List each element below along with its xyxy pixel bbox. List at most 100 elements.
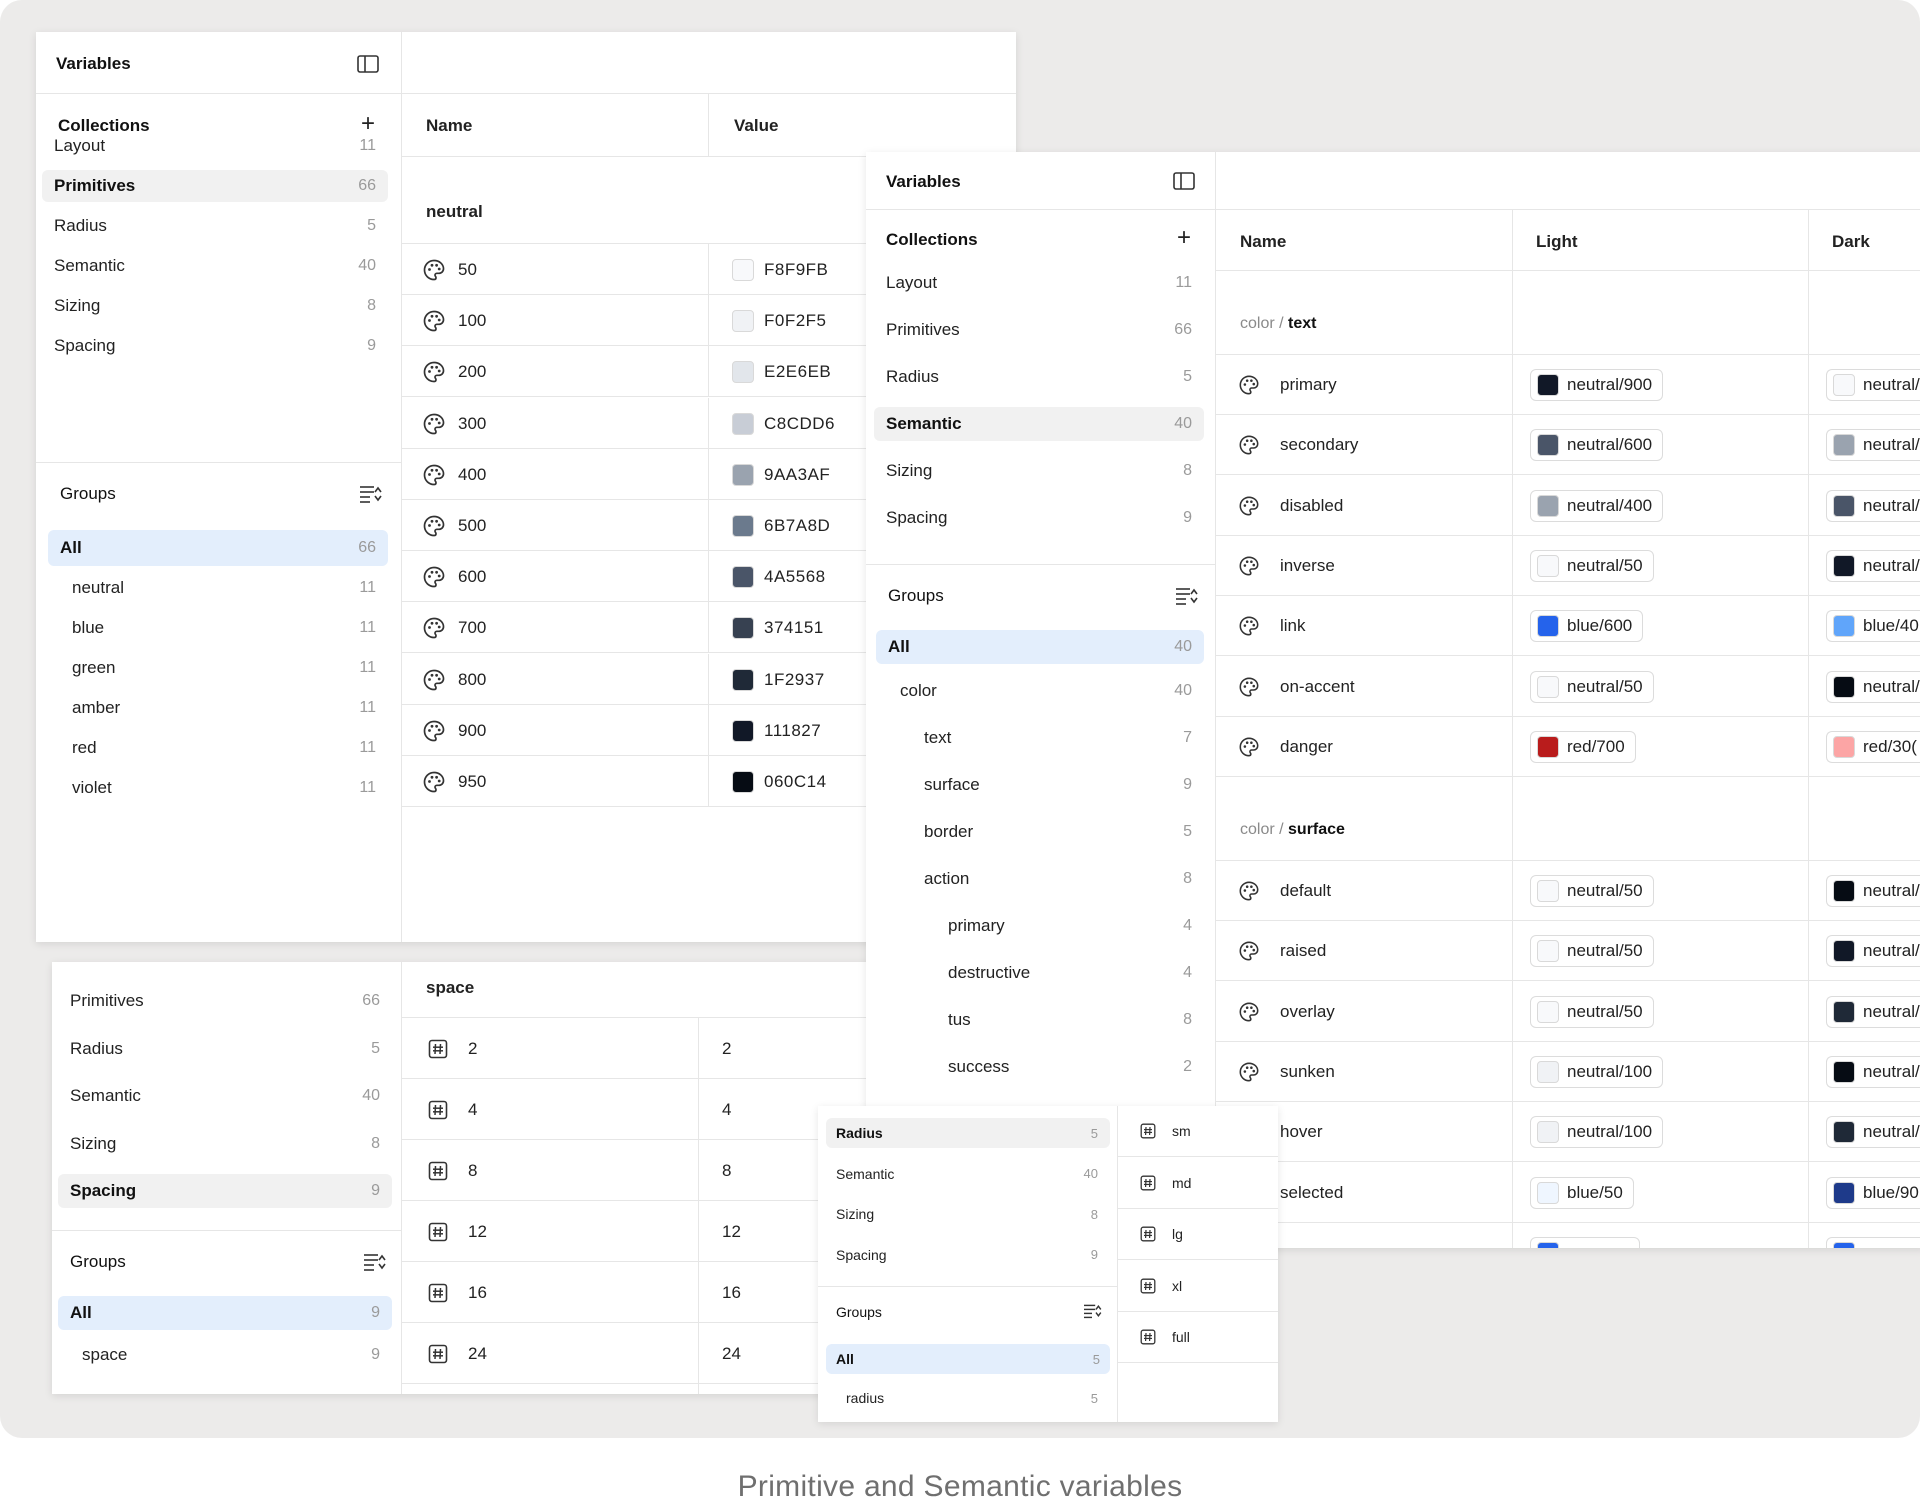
table-row[interactable]: xl (1118, 1261, 1278, 1312)
group-red[interactable]: red 11 (48, 732, 388, 764)
dark-value-chip[interactable]: neutral/ (1826, 995, 1920, 1028)
group-neutral[interactable]: neutral 11 (48, 572, 388, 604)
table-row[interactable]: danger red/700 red/30( (1216, 717, 1920, 777)
light-value-chip[interactable]: neutral/50 (1530, 935, 1654, 968)
dark-value-chip[interactable]: neutral/ (1826, 670, 1920, 703)
table-row[interactable]: md (1118, 1158, 1278, 1209)
table-row[interactable]: hover neutral/100 neutral/ (1216, 1102, 1920, 1163)
group-action[interactable]: action 8 (876, 863, 1204, 895)
light-value-chip[interactable]: neutral/100 (1530, 1055, 1664, 1088)
table-row[interactable]: selected blue/50 blue/90 (1216, 1163, 1920, 1223)
collection-semantic[interactable]: Semantic 40 (874, 407, 1204, 441)
collection-spacing[interactable]: Spacing 9 (58, 1174, 392, 1208)
dark-value-chip[interactable]: neutral/ (1826, 489, 1920, 522)
dark-value-chip[interactable]: neutral/ (1826, 549, 1920, 582)
collection-primitives[interactable]: Primitives 66 (42, 170, 388, 202)
group-space[interactable]: space 9 (58, 1339, 392, 1371)
collection-primitives[interactable]: Primitives 66 (874, 313, 1204, 347)
light-value-chip[interactable]: neutral/50 (1530, 995, 1654, 1028)
collection-spacing[interactable]: Spacing 9 (826, 1240, 1110, 1270)
light-value-chip[interactable]: blue/600 (1530, 610, 1644, 643)
light-value-chip[interactable]: blue/50 (1530, 1176, 1634, 1209)
group-all[interactable]: All 66 (48, 530, 388, 566)
collection-sizing[interactable]: Sizing 8 (58, 1127, 392, 1161)
variable-name: hover (1280, 1122, 1323, 1142)
collection-sizing[interactable]: Sizing 8 (826, 1199, 1110, 1229)
group-all[interactable]: All 5 (826, 1344, 1110, 1374)
color-variable-icon (1238, 555, 1260, 577)
collection-spacing[interactable]: Spacing 9 (874, 501, 1204, 535)
collection-spacing[interactable]: Spacing 9 (42, 330, 388, 362)
light-value-chip[interactable]: neutral/50 (1530, 670, 1654, 703)
table-row[interactable]: on-accent neutral/50 neutral/ (1216, 657, 1920, 717)
collection-radius[interactable]: Radius 5 (874, 360, 1204, 394)
group-success[interactable]: success 2 (876, 1051, 1204, 1083)
group-blue[interactable]: blue 11 (48, 612, 388, 644)
collection-semantic[interactable]: Semantic 40 (42, 250, 388, 282)
item-count: 11 (359, 659, 376, 676)
group-color[interactable]: color 40 (876, 675, 1204, 707)
light-value-chip[interactable] (1530, 1237, 1640, 1248)
table-row[interactable]: raised neutral/50 neutral/ (1216, 921, 1920, 982)
group-all[interactable]: All 9 (58, 1296, 392, 1330)
table-row[interactable]: lg (1118, 1209, 1278, 1260)
group-green[interactable]: green 11 (48, 652, 388, 684)
table-row[interactable]: full (1118, 1312, 1278, 1363)
collection-sizing[interactable]: Sizing 8 (874, 454, 1204, 488)
table-row[interactable]: sm (1118, 1106, 1278, 1157)
sidebar-toggle-icon[interactable] (1172, 169, 1196, 193)
groups-options-icon[interactable] (1174, 584, 1198, 608)
light-value-chip[interactable]: neutral/50 (1530, 875, 1654, 907)
group-all[interactable]: All 40 (876, 630, 1204, 664)
light-value-chip[interactable]: neutral/900 (1530, 369, 1664, 401)
group-amber[interactable]: amber 11 (48, 692, 388, 724)
add-collection-icon[interactable]: + (1172, 224, 1196, 251)
collection-radius[interactable]: Radius 5 (42, 210, 388, 242)
table-row[interactable]: inverse neutral/50 neutral/ (1216, 536, 1920, 596)
collection-layout[interactable]: Layout 11 (42, 130, 388, 162)
group-violet[interactable]: violet 11 (48, 772, 388, 804)
table-row[interactable]: primary neutral/900 neutral/ (1216, 355, 1920, 415)
collection-sizing[interactable]: Sizing 8 (42, 290, 388, 322)
collection-radius[interactable]: Radius 5 (826, 1118, 1110, 1148)
collection-semantic[interactable]: Semantic 40 (58, 1079, 392, 1113)
group-surface[interactable]: surface 9 (876, 769, 1204, 801)
groups-options-icon[interactable] (1082, 1302, 1102, 1320)
dark-value-chip[interactable]: neutral/ (1826, 1055, 1920, 1088)
dark-value-chip[interactable]: blue/90 (1826, 1176, 1920, 1209)
dark-value-chip[interactable]: neutral/ (1826, 1116, 1920, 1149)
color-swatch (1833, 494, 1855, 517)
group-primary[interactable]: primary 4 (876, 910, 1204, 942)
collection-semantic[interactable]: Semantic 40 (826, 1159, 1110, 1189)
groups-options-icon[interactable] (362, 1250, 386, 1274)
dark-value-chip[interactable]: neutral/ (1826, 429, 1920, 462)
group-border[interactable]: border 5 (876, 816, 1204, 848)
light-value-chip[interactable]: neutral/50 (1530, 549, 1654, 582)
light-value-chip[interactable]: neutral/600 (1530, 429, 1664, 462)
dark-value-chip[interactable]: neutral/ (1826, 369, 1920, 401)
table-row[interactable]: default neutral/50 neutral/ (1216, 861, 1920, 921)
section-header-surface: color / surface (1240, 821, 1345, 839)
group-tus[interactable]: tus 8 (876, 1004, 1204, 1036)
table-row[interactable]: sunken neutral/100 neutral/ (1216, 1042, 1920, 1102)
collection-layout[interactable]: Layout 11 (874, 266, 1204, 300)
light-value-chip[interactable]: red/700 (1530, 730, 1636, 763)
dark-value-chip[interactable]: red/30( (1826, 730, 1920, 763)
light-value-chip[interactable]: neutral/100 (1530, 1116, 1664, 1149)
dark-value-chip[interactable] (1826, 1237, 1920, 1248)
collection-primitives[interactable]: Primitives 66 (58, 984, 392, 1018)
table-row[interactable]: link blue/600 blue/40 (1216, 596, 1920, 657)
sidebar-toggle-icon[interactable] (356, 52, 380, 76)
collection-radius[interactable]: Radius 5 (58, 1032, 392, 1066)
table-row[interactable]: overlay neutral/50 neutral/ (1216, 982, 1920, 1042)
group-destructive[interactable]: destructive 4 (876, 957, 1204, 989)
groups-options-icon[interactable] (358, 482, 382, 506)
group-text[interactable]: text 7 (876, 722, 1204, 754)
dark-value-chip[interactable]: blue/40 (1826, 610, 1920, 643)
group-radius[interactable]: radius 5 (826, 1384, 1110, 1412)
light-value-chip[interactable]: neutral/400 (1530, 489, 1664, 522)
table-row[interactable]: disabled neutral/400 neutral/ (1216, 476, 1920, 536)
table-row[interactable]: secondary neutral/600 neutral/ (1216, 415, 1920, 476)
dark-value-chip[interactable]: neutral/ (1826, 875, 1920, 907)
dark-value-chip[interactable]: neutral/ (1826, 935, 1920, 968)
